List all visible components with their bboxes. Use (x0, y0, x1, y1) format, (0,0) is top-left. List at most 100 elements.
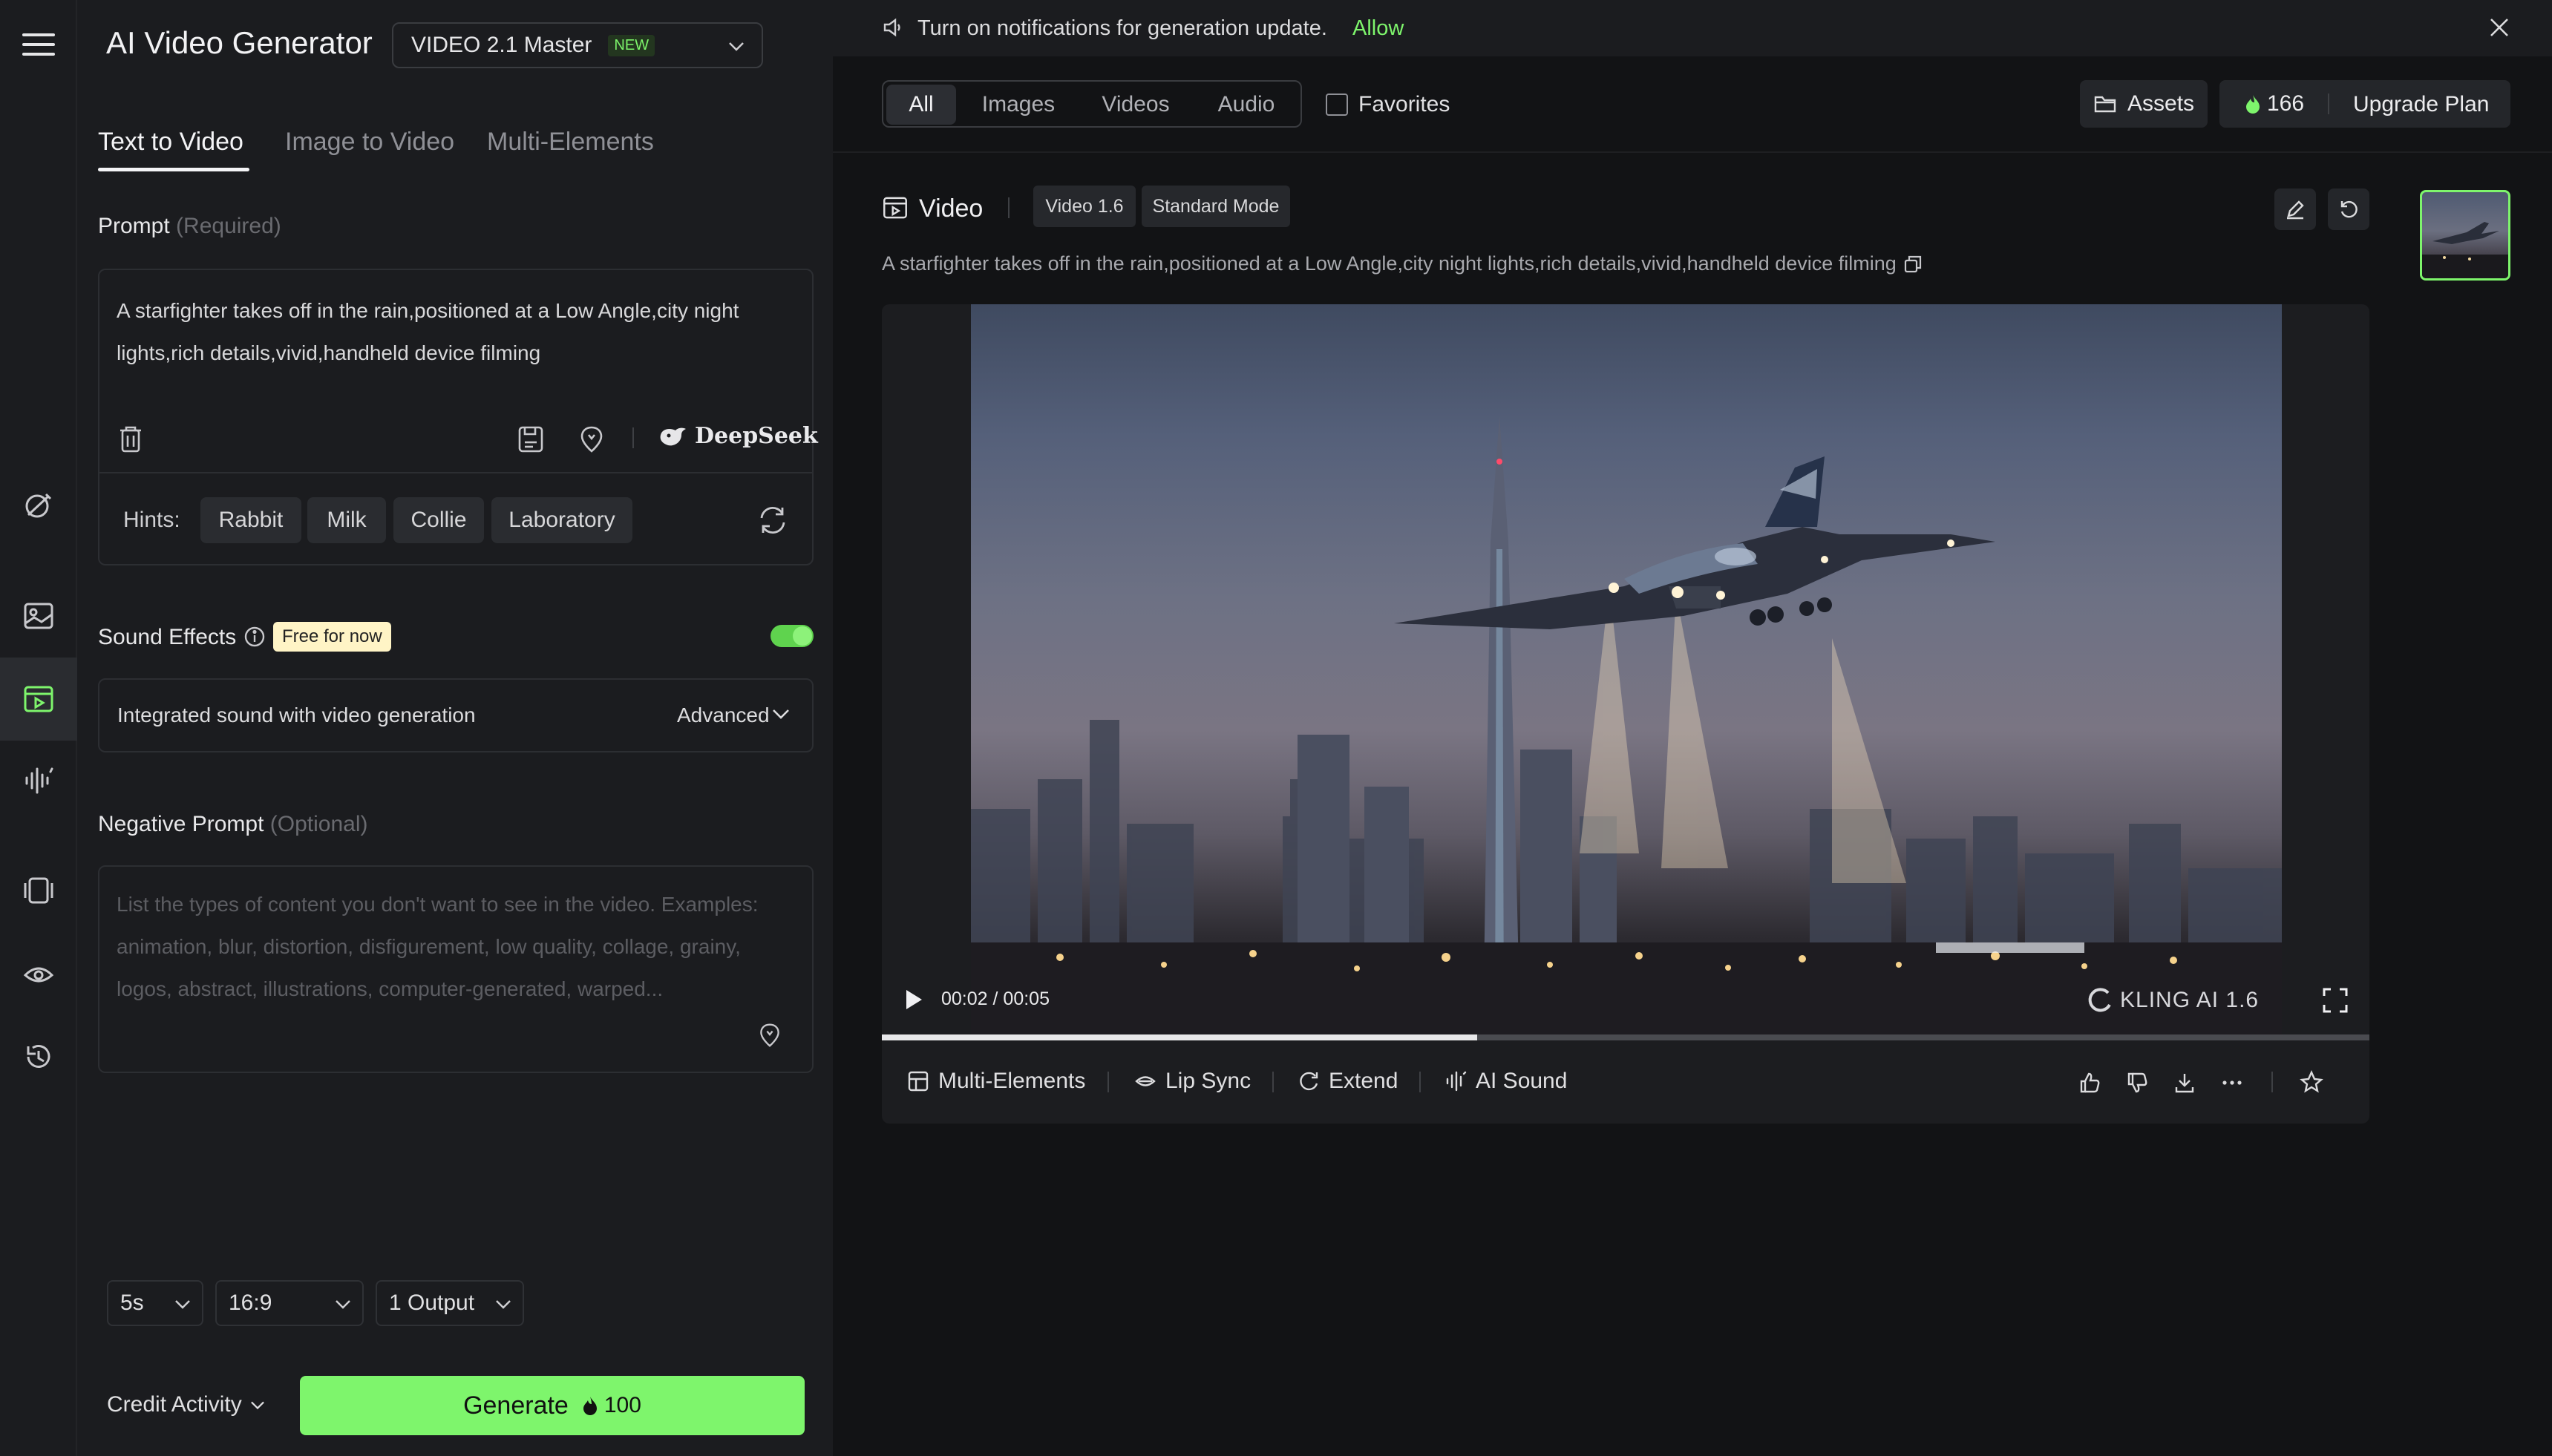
video-player[interactable]: 00:02 / 00:05 KLING AI 1.6 (882, 304, 2369, 1124)
ratio-value: 16:9 (229, 1291, 272, 1315)
menu-icon[interactable] (16, 22, 61, 67)
ai-sound-action[interactable]: AI Sound (1445, 1069, 1567, 1094)
aspect-ratio-select[interactable]: 16:9 (215, 1280, 364, 1326)
app-title: AI Video Generator (106, 25, 373, 60)
watermark: KLING AI 1.6 (2086, 986, 2259, 1015)
output-count-select[interactable]: 1 Output (376, 1280, 524, 1326)
assets-button[interactable]: Assets (2080, 80, 2208, 128)
playback-time: 00:02 / 00:05 (941, 988, 1050, 1010)
favorites-checkbox[interactable] (1326, 94, 1348, 116)
chevron-down-icon (496, 1300, 511, 1309)
copy-icon[interactable] (1902, 254, 1923, 275)
upgrade-plan-button[interactable]: Upgrade Plan (2353, 92, 2489, 117)
avatar-icon[interactable] (16, 951, 61, 996)
play-icon[interactable] (904, 988, 923, 1011)
more-icon[interactable] (2221, 1078, 2243, 1088)
ai-sound-icon (1446, 1071, 1467, 1092)
progress-track[interactable] (882, 1034, 2369, 1040)
extend-label: Extend (1329, 1069, 1398, 1093)
close-icon[interactable] (2488, 16, 2510, 39)
filter-images[interactable]: Images (965, 85, 1072, 125)
ai-sound-label: AI Sound (1476, 1069, 1568, 1093)
advanced-dropdown[interactable]: Advanced (677, 704, 770, 727)
star-icon[interactable] (2300, 1070, 2323, 1094)
lip-sync-action[interactable]: Lip Sync (1134, 1069, 1251, 1094)
credit-flame-icon (583, 1397, 597, 1415)
chevron-down-icon (336, 1300, 350, 1309)
explore-icon[interactable] (16, 484, 61, 528)
trash-icon[interactable] (117, 424, 144, 454)
hint-chip[interactable]: Laboratory (491, 497, 632, 543)
sound-effects-toggle[interactable] (770, 625, 814, 647)
duration-select[interactable]: 5s (107, 1280, 203, 1326)
fullscreen-icon[interactable] (2322, 987, 2349, 1014)
allow-notifications-link[interactable]: Allow (1352, 16, 1404, 41)
filter-all[interactable]: All (886, 85, 956, 125)
result-prompt-text: A starfighter takes off in the rain,posi… (882, 252, 1897, 275)
credit-activity-button[interactable]: Credit Activity (107, 1392, 266, 1417)
video-icon[interactable] (16, 677, 61, 721)
deepseek-whale-icon (660, 427, 686, 445)
extend-icon (1300, 1072, 1318, 1091)
hint-chip[interactable]: Collie (393, 497, 484, 543)
mode-badge: Standard Mode (1142, 186, 1290, 227)
tab-image-to-video[interactable]: Image to Video (285, 128, 454, 157)
generate-button[interactable]: Generate 100 (300, 1376, 805, 1435)
free-badge: Free for now (273, 622, 391, 652)
thumbs-down-icon[interactable] (2126, 1072, 2148, 1094)
notification-text: Turn on notifications for generation upd… (917, 16, 1327, 40)
kling-logo-icon (2088, 988, 2111, 1012)
negative-prompt-input[interactable]: List the types of content you don't want… (117, 883, 785, 1010)
new-badge: NEW (608, 34, 655, 56)
filter-videos[interactable]: Videos (1084, 85, 1188, 125)
negative-inspiration-icon[interactable] (757, 1021, 782, 1049)
canvas-icon[interactable] (16, 868, 61, 913)
deepseek-label: DeepSeek (695, 423, 818, 449)
inspiration-icon[interactable] (578, 424, 606, 454)
deepseek-button[interactable]: DeepSeek (658, 423, 818, 449)
undo-icon (2340, 200, 2358, 218)
active-tab-underline (98, 168, 249, 171)
prompt-label-text: Prompt (98, 214, 170, 238)
watermark-text: KLING AI 1.6 (2120, 988, 2260, 1012)
jet (1394, 456, 1995, 629)
result-type: Video (919, 194, 984, 223)
negative-label-text: Negative Prompt (98, 812, 264, 836)
history-icon[interactable] (16, 1034, 61, 1079)
divider (1419, 1072, 1421, 1092)
result-prompt: A starfighter takes off in the rain,posi… (882, 252, 1923, 275)
outputs-value: 1 Output (389, 1291, 475, 1315)
extend-action[interactable]: Extend (1298, 1069, 1398, 1094)
credits-count[interactable]: 166 (2267, 91, 2304, 117)
download-icon[interactable] (2173, 1072, 2196, 1094)
video-icon (883, 197, 907, 219)
save-prompt-icon[interactable] (517, 424, 545, 454)
divider (1272, 1072, 1274, 1092)
prompt-textarea[interactable]: A starfighter takes off in the rain,posi… (117, 289, 777, 374)
prompt-label: Prompt (Required) (98, 214, 281, 239)
regenerate-button[interactable] (2328, 188, 2369, 230)
chevron-down-icon (175, 1300, 190, 1309)
result-thumbnail[interactable] (2420, 190, 2510, 281)
edit-button[interactable] (2274, 188, 2316, 230)
image-icon[interactable] (16, 594, 61, 638)
assets-label: Assets (2127, 91, 2195, 116)
audio-icon[interactable] (16, 758, 61, 803)
sound-description: Integrated sound with video generation (117, 704, 476, 727)
thumbs-up-icon[interactable] (2078, 1072, 2101, 1094)
info-icon[interactable] (243, 626, 266, 648)
refresh-hints-icon[interactable] (757, 505, 788, 536)
filter-audio[interactable]: Audio (1198, 85, 1295, 125)
credits-upgrade-group: 166 Upgrade Plan (2219, 80, 2510, 128)
tab-text-to-video[interactable]: Text to Video (98, 128, 243, 157)
model-selector[interactable]: VIDEO 2.1 Master NEW (392, 22, 763, 68)
chevron-down-icon (250, 1401, 264, 1410)
hint-chip[interactable]: Rabbit (200, 497, 301, 543)
hint-chip[interactable]: Milk (307, 497, 386, 543)
hints-label: Hints: (123, 508, 180, 532)
lip-sync-icon (1135, 1076, 1156, 1086)
tab-multi-elements[interactable]: Multi-Elements (487, 128, 654, 157)
multi-elements-action[interactable]: Multi-Elements (907, 1069, 1085, 1094)
prompt-divider (98, 472, 814, 473)
video-frame (971, 304, 2282, 1039)
